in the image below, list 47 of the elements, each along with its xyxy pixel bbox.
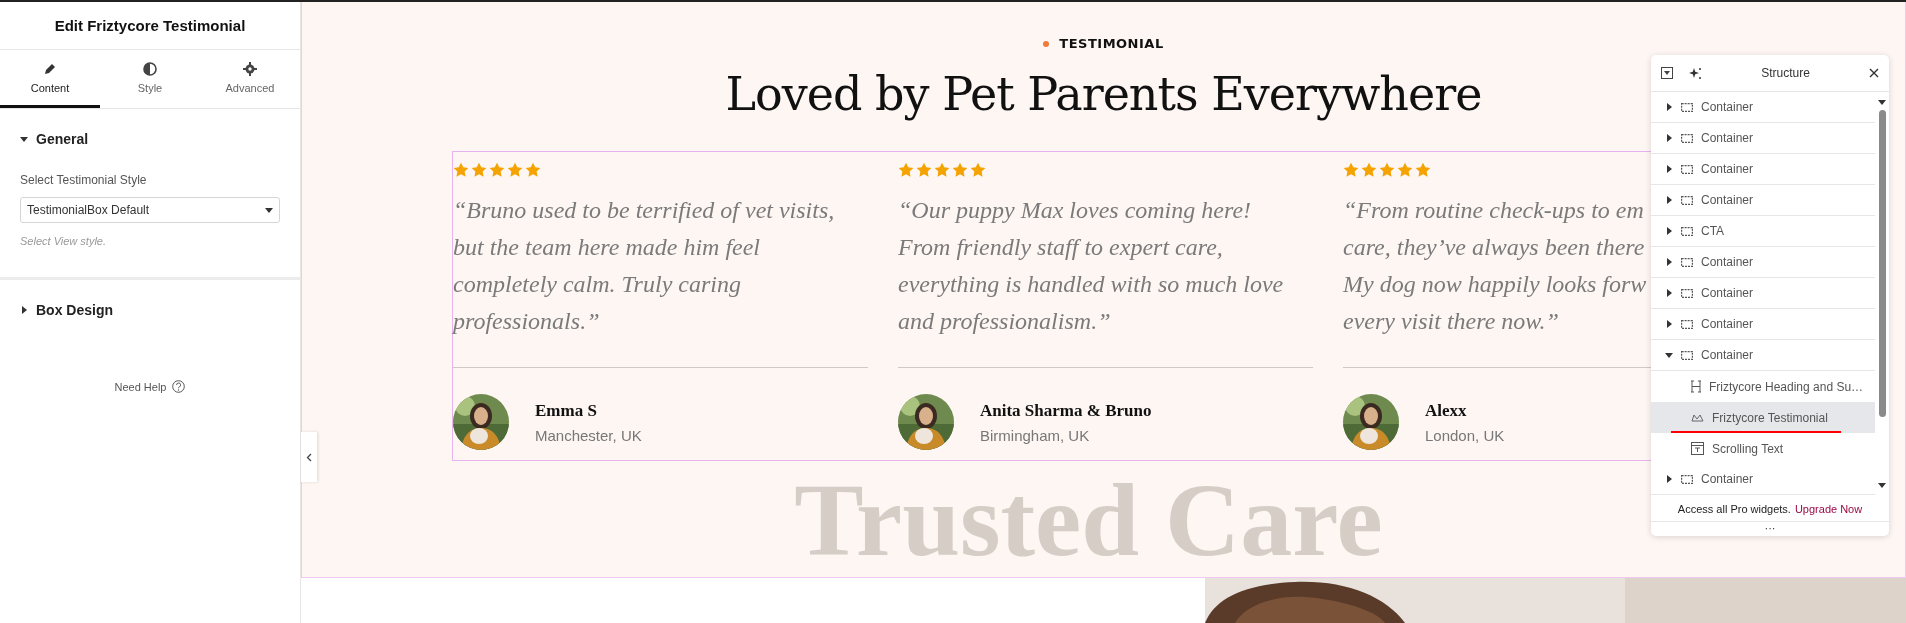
upgrade-link[interactable]: Upgrade Now — [1794, 503, 1863, 515]
tree-item[interactable]: Container — [1651, 185, 1875, 216]
panel-title: Structure — [1760, 66, 1811, 80]
tree-item[interactable]: Friztycore Testimonial — [1651, 402, 1875, 433]
eyebrow-label: TESTIMONIAL — [1059, 36, 1164, 51]
quote-text: care, they’ve always been there — [1343, 233, 1645, 262]
quote-text: professionals.” — [453, 307, 600, 336]
panel-title: Edit Friztycore Testimonial — [0, 2, 300, 50]
tree-item[interactable]: Scrolling Text — [1651, 433, 1875, 464]
tab[interactable]: Advanced — [200, 50, 300, 108]
tree-item[interactable]: Container — [1651, 278, 1875, 309]
promo-text: Access all Pro widgets. — [1677, 503, 1791, 515]
tree-item[interactable]: CTA — [1651, 216, 1875, 247]
tab[interactable]: Content — [0, 50, 100, 108]
quote-text: but the team here made him feel — [453, 233, 761, 262]
reviewer-location: Manchester, UK — [535, 426, 642, 444]
reviewer-location: Birmingham, UK — [980, 426, 1091, 444]
tree-item[interactable]: Friztycore Heading and Su… — [1651, 371, 1875, 402]
hint-text: Select View style. — [20, 235, 107, 247]
tree-item[interactable]: Container — [1651, 123, 1875, 154]
field-label: Select Testimonial Style — [20, 173, 148, 187]
tab[interactable]: Style — [100, 50, 200, 108]
reviewer-name: Emma S — [535, 400, 598, 421]
section-toggle[interactable]: Box Design — [20, 302, 113, 318]
quote-text: everything is handled with so much love — [898, 270, 1284, 299]
reviewer-name: Anita Sharma & Bruno — [980, 400, 1152, 421]
quote-text: From friendly staff to expert care, — [898, 233, 1223, 262]
quote-text: “From routine check-ups to em — [1343, 196, 1644, 225]
reviewer-location: London, UK — [1425, 426, 1505, 444]
tree-item[interactable]: Container — [1651, 154, 1875, 185]
style-select[interactable]: TestimonialBox Default — [20, 197, 280, 223]
reviewer-name: Alexx — [1425, 400, 1468, 421]
tree-item[interactable]: Container — [1651, 247, 1875, 278]
tree-item[interactable]: Container — [1651, 309, 1875, 340]
tree-item[interactable]: Container — [1651, 340, 1875, 371]
quote-text: every visit there now.” — [1343, 307, 1559, 336]
quote-text: “Our puppy Max loves coming here! — [898, 196, 1252, 225]
section-toggle[interactable]: General — [20, 131, 89, 147]
tree-item[interactable]: Container — [1651, 92, 1875, 123]
quote-text: “Bruno used to be terrified of vet visits, — [453, 196, 835, 225]
quote-text: completely calm. Truly caring — [453, 270, 741, 299]
help-link[interactable]: Need Help — [114, 380, 167, 393]
section-heading: Loved by Pet Parents Everywhere — [725, 67, 1482, 121]
tree-item[interactable]: Container — [1651, 464, 1875, 495]
more-handle[interactable]: ··· — [1651, 522, 1889, 536]
quote-text: and professionalism.” — [898, 307, 1111, 336]
quote-text: My dog now happily looks forw — [1343, 270, 1647, 299]
